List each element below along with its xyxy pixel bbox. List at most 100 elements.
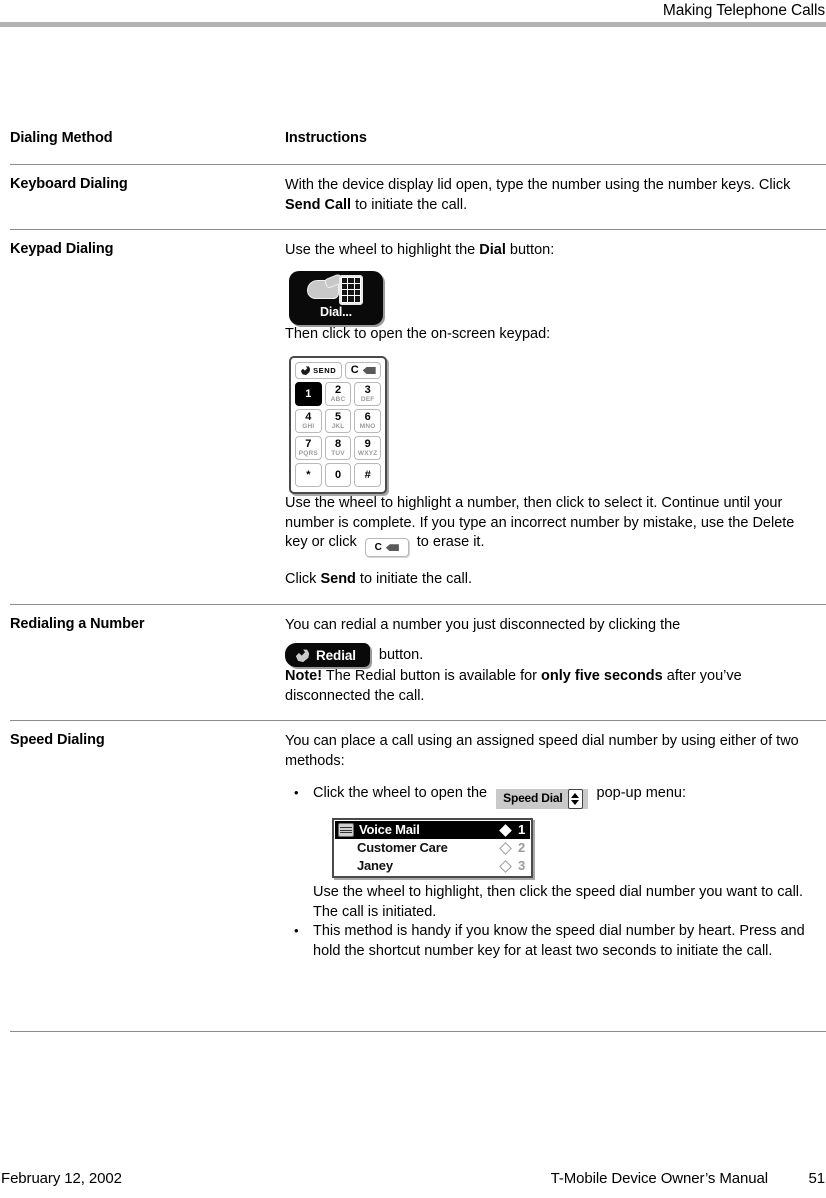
keypad-key-4-digit: 4: [305, 411, 312, 423]
method-name-keypad-dialing: Keypad Dialing: [10, 229, 285, 605]
keypad-key-4-letters: GHI: [302, 423, 315, 430]
speed-dial-menu-item-voice-mail[interactable]: Voice Mail 1: [335, 821, 530, 839]
backspace-icon: [362, 367, 376, 374]
keypad-key-9-letters: WXYZ: [357, 450, 378, 457]
keypad-key-8-digit: 8: [334, 438, 342, 450]
redial-button-figure: Redial button.: [285, 643, 812, 668]
keypad-row-2: 4 GHI 5 JKL 6 MNO: [295, 409, 382, 433]
speed-dial-menu-item-customer-care[interactable]: Customer Care 2: [335, 839, 530, 857]
keypad-clear-key[interactable]: C: [345, 362, 381, 379]
keypad-key-hash-digit: #: [364, 468, 371, 481]
method-name-speed-dialing: Speed Dialing: [10, 720, 285, 975]
dialing-methods-table: Dialing Method Instructions Keyboard Dia…: [10, 122, 826, 975]
column-header-instructions: Instructions: [285, 130, 367, 146]
keypad-step-4-part-1: Click: [285, 571, 321, 588]
keypad-key-6-letters: MNO: [359, 423, 376, 430]
keypad-step-1-part-2: button:: [505, 242, 555, 258]
method-name-keyboard-dialing: Keyboard Dialing: [10, 164, 285, 230]
speed-dial-popup-figure: Voice Mail 1 Customer Care 2 Janey 3: [332, 818, 812, 878]
page-header: Making Telephone Calls: [0, 0, 826, 27]
speed-dial-item-2-name: Customer Care: [357, 840, 448, 856]
keypad-key-7[interactable]: 7 PQRS: [295, 436, 322, 460]
send-call-emphasis: Send Call: [285, 196, 352, 213]
keypad-step-3-text: Use the wheel to highlight a number, the…: [285, 494, 812, 558]
bullet-1-follow-up-text: Use the wheel to highlight, then click t…: [313, 884, 804, 920]
inline-clear-label: C: [374, 542, 382, 553]
keypad-step-4-text: Click Send to initiate the call.: [285, 570, 812, 590]
bullet-1-part-1: Click the wheel to open the: [313, 785, 492, 802]
keypad-key-5-digit: 5: [334, 411, 342, 423]
redial-button-label: Redial: [316, 647, 356, 663]
speed-dialing-bullet-list: Click the wheel to open the Speed Dial p…: [285, 783, 812, 961]
keypad-key-6[interactable]: 6 MNO: [354, 409, 382, 433]
phone-icon: [300, 365, 310, 375]
diamond-outline-icon: [499, 859, 512, 873]
dial-button-figure: Dial...: [289, 270, 812, 325]
method-name-redialing-a-number: Redialing a Number: [10, 603, 285, 721]
keypad-key-3-digit: 3: [364, 384, 371, 396]
instructions-speed-dialing: You can place a call using an assigned s…: [285, 720, 826, 975]
speed-dial-control-icon: Speed Dial: [496, 789, 588, 809]
keypad-key-3[interactable]: 3 DEF: [354, 382, 382, 406]
speed-dial-item-3-number: 3: [517, 858, 525, 874]
keypad-key-star-digit: *: [306, 468, 311, 481]
keypad-row-3: 7 PQRS 8 TUV 9 WXYZ: [295, 436, 382, 460]
table-header-row: Dialing Method Instructions: [10, 122, 826, 165]
speed-dial-menu-item-janey[interactable]: Janey 3: [335, 857, 530, 875]
instructions-keypad-dialing: Use the wheel to highlight the Dial butt…: [285, 229, 826, 605]
redial-button-icon: Redial: [285, 643, 370, 668]
speed-dial-popup-menu: Voice Mail 1 Customer Care 2 Janey 3: [332, 818, 533, 878]
instructions-keyboard-dialing: With the device display lid open, type t…: [285, 164, 826, 230]
speed-dial-item-3-name: Janey: [357, 858, 393, 874]
keypad-key-2[interactable]: 2 ABC: [324, 382, 352, 406]
keypad-key-hash[interactable]: #: [354, 463, 382, 487]
speed-dial-item-2-number: 2: [517, 840, 525, 856]
keypad-key-9-digit: 9: [364, 438, 371, 450]
keypad-step-4-part-2: to initiate the call.: [355, 571, 472, 588]
keypad-key-8[interactable]: 8 TUV: [324, 436, 352, 460]
speed-dial-item-1-name: Voice Mail: [359, 822, 420, 838]
dial-button-icon: Dial...: [289, 270, 383, 325]
table-row-redialing-a-number: Redialing a Number You can redial a numb…: [10, 603, 826, 721]
redial-paragraph-1: You can redial a number you just disconn…: [285, 616, 681, 633]
chevron-up-icon: [571, 793, 579, 798]
page-footer: February 12, 2002 T-Mobile Device Owner’…: [0, 1158, 826, 1198]
keypad-key-5[interactable]: 5 JKL: [324, 409, 352, 433]
keypad-grid-icon: [339, 274, 363, 305]
note-emphasis: only five seconds: [541, 668, 663, 685]
footer-page-number: 51: [808, 1170, 826, 1187]
keypad-send-key[interactable]: SEND: [295, 362, 343, 379]
redial-note: Note! The Redial button is available for…: [285, 667, 812, 706]
keypad-key-7-letters: PQRS: [298, 450, 318, 457]
note-part-1: The Redial button is available for: [322, 668, 542, 685]
note-label: Note!: [285, 668, 323, 685]
keypad-key-9[interactable]: 9 WXYZ: [354, 436, 382, 460]
keypad-key-0[interactable]: 0: [324, 463, 352, 487]
speed-dialing-bullet-2: This method is handy if you know the spe…: [285, 921, 812, 961]
bullet-1-part-2: pop-up menu:: [592, 785, 687, 802]
up-down-spinner-icon: [567, 789, 583, 809]
table-row-speed-dialing: Speed Dialing You can place a call using…: [10, 720, 826, 975]
keypad-step-3-part-2: to erase it.: [412, 534, 485, 550]
instructions-redialing-a-number: You can redial a number you just disconn…: [285, 603, 826, 721]
footer-manual-title: T-Mobile Device Owner’s Manual: [550, 1170, 768, 1187]
keypad-step-2-text: Then click to open the on-screen keypad:: [285, 325, 551, 342]
keypad-key-2-letters: ABC: [330, 396, 346, 403]
send-emphasis: Send: [320, 571, 356, 588]
inline-clear-button-icon: C: [364, 538, 409, 558]
keypad-key-3-letters: DEF: [360, 396, 375, 403]
speed-dialing-bullet-1: Click the wheel to open the Speed Dial p…: [285, 783, 812, 922]
column-header-dialing-method: Dialing Method: [10, 130, 113, 146]
keypad-step-3-part-1: Use the wheel to highlight a number, the…: [285, 495, 795, 550]
keypad-key-star[interactable]: *: [295, 463, 322, 487]
keypad-key-5-letters: JKL: [331, 423, 345, 430]
keypad-row-1: 1 2 ABC 3 DEF: [295, 382, 382, 406]
keypad-top-row: SEND C: [295, 362, 381, 379]
dial-button-label: Dial...: [320, 305, 352, 319]
table-row-keyboard-dialing: Keyboard Dialing With the device display…: [10, 164, 826, 230]
keypad-key-1[interactable]: 1: [295, 382, 322, 406]
phone-icon: [295, 648, 310, 663]
keypad-key-4[interactable]: 4 GHI: [295, 409, 322, 433]
kbd-text-part-2: to initiate the call.: [351, 196, 468, 213]
keypad-send-label: SEND: [313, 365, 337, 375]
